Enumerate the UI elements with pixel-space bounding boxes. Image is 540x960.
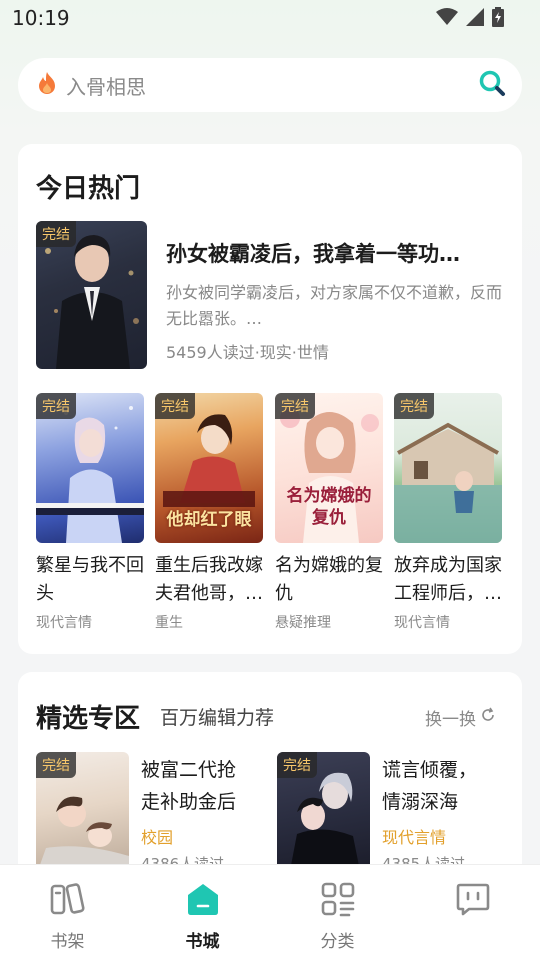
completed-badge: 完结	[36, 393, 76, 419]
pick-book-title[interactable]: 被富二代抢走补助金后	[141, 754, 253, 818]
tab-label: 分类	[320, 932, 355, 952]
completed-badge: 完结	[36, 221, 76, 247]
grid-book-genre: 悬疑推理	[275, 615, 331, 631]
featured-description: 孙女被同学霸凌后，对方家属不仅不道歉，反而无比嚣张。…	[166, 283, 503, 328]
hot-section: 今日热门 完结 孙女被霸凌后，我拿着一等功… 孙女被同学霸凌后，对方家属不仅不道…	[18, 144, 522, 654]
search-icon[interactable]	[478, 69, 506, 101]
cover-title: 名为嫦娥的复仇	[286, 486, 372, 528]
tab-label: 书架	[50, 932, 85, 952]
book-cover[interactable]: 完结	[36, 752, 129, 876]
bottom-tab-bar: 书架 书城 分类	[0, 864, 540, 960]
featured-title[interactable]: 孙女被霸凌后，我拿着一等功…	[166, 238, 506, 268]
grid-book-genre: 现代言情	[394, 615, 450, 631]
pick-book-genre: 校园	[141, 828, 174, 847]
completed-badge: 完结	[394, 393, 434, 419]
book-cover[interactable]: 完结	[36, 393, 144, 543]
tab-bookshelf[interactable]: 书架	[0, 865, 135, 960]
cover-title: 他却红了眼	[166, 510, 252, 530]
section-subtitle: 百万编辑力荐	[160, 707, 275, 729]
bookshelf-icon	[49, 879, 87, 919]
book-cover[interactable]: 他却红了眼 完结	[155, 393, 263, 543]
book-cover[interactable]: 完结	[394, 393, 502, 543]
grid-book-title[interactable]: 放弃成为国家工程师后，…	[394, 552, 506, 608]
flame-icon	[36, 71, 58, 99]
section-title: 精选专区	[36, 704, 141, 734]
section-title: 今日热门	[36, 174, 141, 204]
tab-chat[interactable]	[405, 865, 540, 960]
tab-label: 书城	[185, 932, 220, 952]
category-icon	[320, 879, 356, 919]
status-time: 10:19	[12, 6, 70, 30]
tab-category[interactable]: 分类	[270, 865, 405, 960]
grid-book-title[interactable]: 重生后我改嫁夫君他哥，…	[155, 552, 267, 608]
grid-book-title[interactable]: 繁星与我不回头	[36, 552, 148, 608]
book-cover[interactable]: 完结	[277, 752, 370, 876]
grid-book-title[interactable]: 名为嫦娥的复仇	[275, 552, 387, 608]
search-bar[interactable]: 入骨相思	[18, 58, 522, 112]
chat-bubble-icon	[455, 879, 491, 919]
refresh-button[interactable]: 换一换	[425, 705, 496, 730]
grid-book-genre: 重生	[155, 615, 183, 631]
completed-badge: 完结	[275, 393, 315, 419]
pick-book-title[interactable]: 谎言倾覆，情溺深海	[382, 754, 494, 818]
completed-badge: 完结	[155, 393, 195, 419]
status-bar: 10:19	[0, 0, 540, 40]
search-input[interactable]: 入骨相思	[66, 71, 478, 100]
signal-icon	[466, 8, 484, 30]
bookstore-icon	[185, 879, 221, 919]
refresh-label: 换一换	[425, 710, 476, 730]
completed-badge: 完结	[277, 752, 317, 778]
featured-meta: 5459人读过·现实·世情	[166, 343, 329, 362]
battery-icon	[492, 7, 504, 31]
book-cover[interactable]: 完结	[36, 221, 147, 369]
refresh-icon	[480, 707, 496, 728]
book-cover[interactable]: 名为嫦娥的复仇 完结	[275, 393, 383, 543]
completed-badge: 完结	[36, 752, 76, 778]
grid-book-genre: 现代言情	[36, 615, 92, 631]
status-icons	[436, 7, 504, 31]
wifi-icon	[436, 8, 458, 30]
tab-bookstore[interactable]: 书城	[135, 865, 270, 960]
pick-book-genre: 现代言情	[382, 828, 447, 847]
